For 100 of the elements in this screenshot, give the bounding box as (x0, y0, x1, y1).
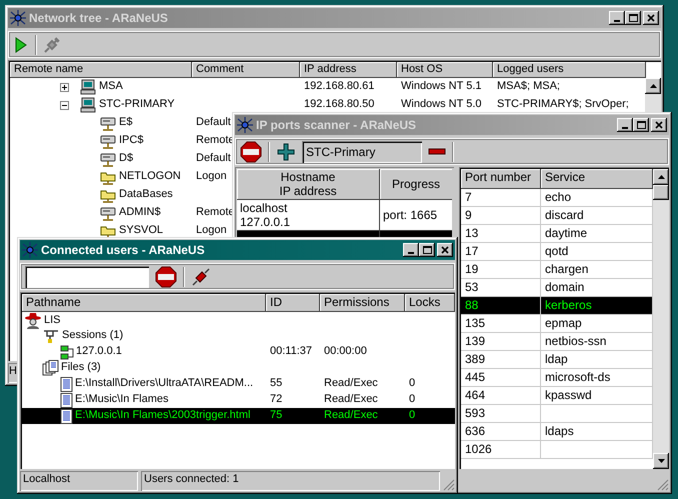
tree-item[interactable]: IPC$ (119, 134, 144, 148)
table-cell: Windows NT 5.0 (401, 98, 482, 110)
table-cell: 53 (461, 279, 541, 296)
tree-item[interactable]: Files (3) (61, 361, 101, 375)
table-cell: 464 (461, 387, 541, 404)
table-cell: 88 (461, 297, 541, 314)
column-header[interactable]: Locks (405, 294, 455, 312)
tree-item[interactable]: E$ (119, 116, 132, 130)
tree-item[interactable]: Sessions (1) (62, 329, 124, 343)
table-cell: 192.168.80.61 (304, 80, 374, 92)
close-button[interactable] (651, 118, 667, 132)
expand-icon[interactable] (60, 82, 69, 92)
column-header[interactable]: Permissions (320, 294, 405, 312)
column-header[interactable]: Service (541, 169, 653, 189)
table-cell: 7 (461, 189, 541, 206)
maximize-icon (628, 14, 638, 22)
tree-item[interactable]: E:\Music\In Flames\2003trigger.html (75, 409, 250, 423)
document-icon (60, 376, 73, 392)
maximize-button[interactable] (419, 243, 435, 257)
status-text: H (9, 365, 17, 377)
plug-icon[interactable] (191, 266, 211, 286)
scroll-down-button[interactable] (653, 453, 669, 469)
column-header[interactable]: Port number (461, 169, 541, 189)
minimize-button[interactable] (617, 118, 633, 132)
table-cell: STC-PRIMARY$; SrvOper; (497, 98, 629, 110)
table-cell-text: 0 (408, 409, 416, 423)
maximize-button[interactable] (625, 11, 641, 25)
table-cell: 9 (461, 207, 541, 224)
table-cell-text: Read/Exec (323, 393, 379, 407)
resize-grip-icon (443, 479, 455, 491)
connector-icon (42, 328, 60, 344)
table-cell: 135 (461, 315, 541, 332)
scroll-thumb[interactable] (653, 185, 669, 200)
tree-item[interactable]: E:\Music\In Flames (75, 393, 169, 407)
window-title: IP ports scanner - ARaNeUS (256, 118, 418, 132)
collapse-icon[interactable] (60, 100, 69, 110)
close-icon (654, 121, 664, 129)
host-ip: 127.0.0.1 (240, 215, 290, 230)
column-header[interactable]: ID (266, 294, 320, 312)
scroll-up-button[interactable] (645, 78, 661, 94)
table-cell-text: 75 (269, 409, 284, 423)
minimize-button[interactable] (403, 243, 419, 257)
computer-icon (80, 97, 96, 113)
folder-icon (100, 170, 116, 184)
tree-item[interactable]: E:\Install\Drivers\UltraATA\READM... (75, 377, 254, 391)
stop-sign-icon[interactable] (155, 266, 177, 288)
play-icon[interactable] (13, 36, 29, 54)
drive-icon (100, 206, 116, 220)
drive-icon (100, 152, 116, 166)
document-icon (60, 392, 73, 408)
column-header[interactable]: Remote name (10, 62, 192, 78)
table-cell: 139 (461, 333, 541, 350)
column-header[interactable]: Progress (380, 169, 452, 199)
column-header[interactable]: IP address (300, 62, 397, 78)
tree-item[interactable]: SYSVOL (119, 224, 164, 238)
tree-item[interactable]: 127.0.0.1 (76, 345, 122, 359)
table-cell: 445 (461, 369, 541, 386)
tree-item[interactable]: ADMIN$ (119, 206, 161, 220)
maximize-button[interactable] (633, 118, 649, 132)
host-name: localhost (240, 200, 288, 215)
computer-icon (80, 79, 96, 95)
tree-item[interactable]: LIS (44, 314, 61, 328)
column-header[interactable]: Logged users (493, 62, 646, 78)
tree-item[interactable]: DataBases (119, 188, 173, 202)
table-cell: Logon (196, 170, 227, 182)
table-cell: 19 (461, 261, 541, 278)
plus-icon[interactable] (276, 142, 296, 162)
spider-icon (10, 10, 26, 26)
spider-icon (22, 242, 38, 258)
close-button[interactable] (437, 243, 453, 257)
computers-icon (60, 344, 74, 360)
table-cell-text: 0 (408, 393, 416, 407)
column-header[interactable]: Host OS (397, 62, 493, 78)
minus-icon[interactable] (428, 148, 446, 156)
header-text: IP address (278, 184, 338, 198)
header-text: Hostname (280, 170, 336, 184)
stop-sign-icon[interactable] (240, 140, 262, 162)
search-field[interactable] (25, 266, 149, 288)
arrow-up-icon (650, 84, 656, 88)
minimize-button[interactable] (609, 11, 625, 25)
column-header[interactable]: Pathname (22, 294, 266, 312)
tree-item[interactable]: NETLOGON (119, 170, 181, 184)
tree-item[interactable]: D$ (119, 152, 134, 166)
tree-item[interactable]: STC-PRIMARY (99, 98, 175, 112)
spider-icon (237, 117, 253, 133)
close-button[interactable] (643, 11, 659, 25)
drive-icon (100, 116, 116, 130)
table-cell: MSA$; MSA; (497, 80, 560, 92)
column-header[interactable]: Comment (192, 62, 300, 78)
folder-icon (100, 188, 116, 202)
table-cell: 636 (461, 423, 541, 440)
scroll-up-button[interactable] (653, 169, 669, 185)
host-field[interactable]: STC-Primary (302, 140, 422, 162)
table-cell-text: 72 (269, 393, 284, 407)
table-cell: Logon (196, 224, 227, 236)
close-icon (646, 14, 656, 22)
selected-row[interactable]: 88 kerberos (461, 297, 653, 315)
window-title: Connected users - ARaNeUS (41, 242, 206, 258)
tree-item[interactable]: MSA (99, 80, 123, 94)
table-cell: Default (196, 116, 231, 128)
